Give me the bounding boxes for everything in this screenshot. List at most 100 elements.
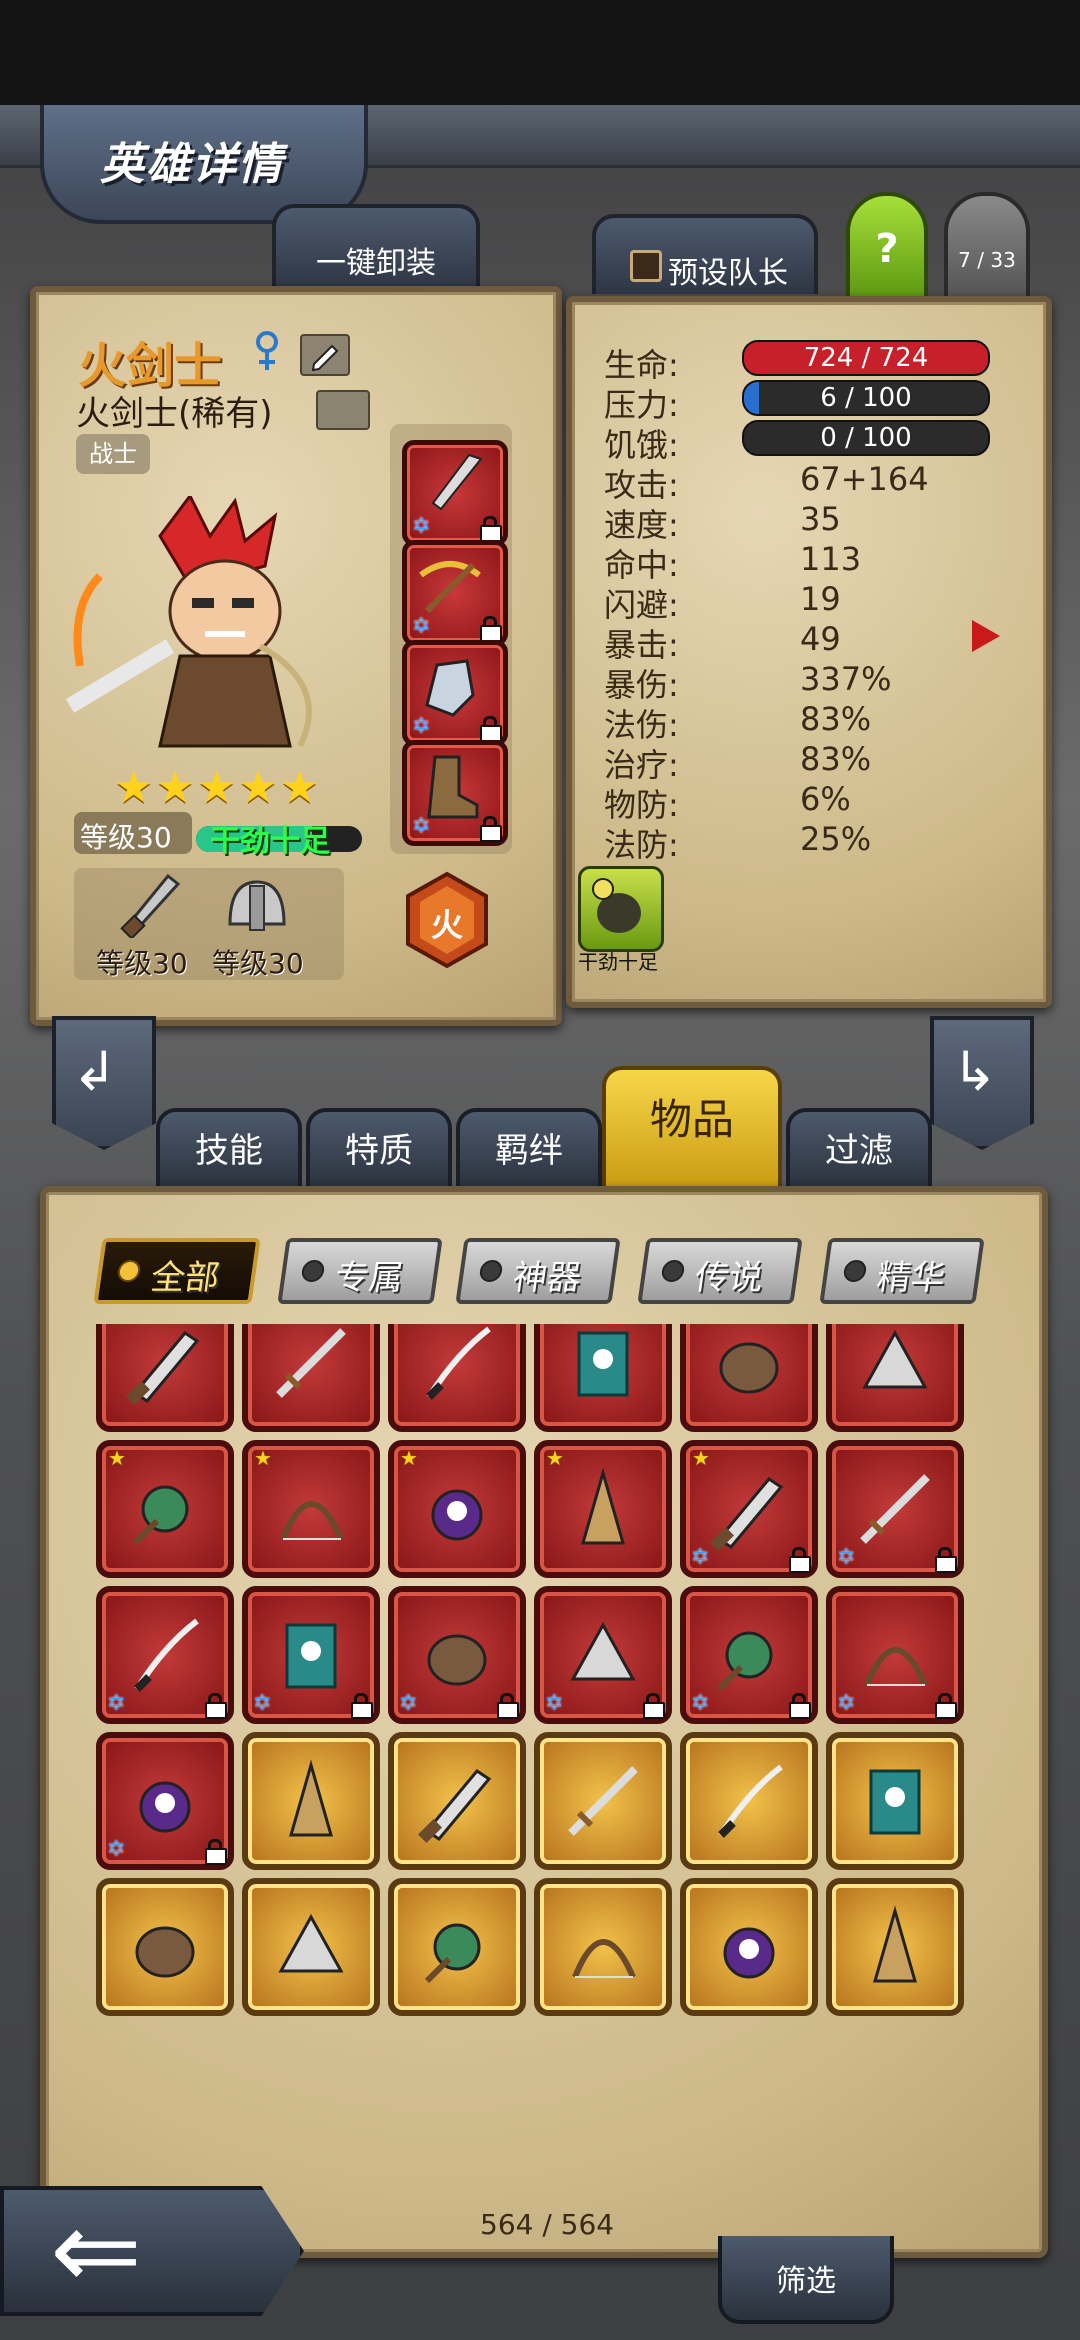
- inventory-item[interactable]: ★: [534, 1324, 672, 1432]
- inventory-item[interactable]: ★: [826, 1324, 964, 1432]
- inventory-item[interactable]: ✡: [534, 1586, 672, 1724]
- inventory-item[interactable]: [680, 1732, 818, 1870]
- sword-icon[interactable]: [118, 873, 188, 940]
- stat-row: 治疗: 83%: [604, 740, 986, 784]
- skill-type-icon: ✡: [412, 714, 431, 739]
- inventory-item[interactable]: [826, 1732, 964, 1870]
- role-tag-label: 战士: [89, 440, 137, 468]
- radio-icon: [842, 1260, 868, 1282]
- helmet-icon[interactable]: [222, 874, 292, 938]
- stat-value: 19: [800, 580, 841, 618]
- trait-badge-label: 干劲十足: [578, 950, 658, 974]
- stat-value: 67+164: [800, 460, 929, 498]
- inventory-item[interactable]: ✡: [388, 1586, 526, 1724]
- inventory-item[interactable]: [388, 1732, 526, 1870]
- inventory-item[interactable]: [534, 1732, 672, 1870]
- hero-portrait: [60, 493, 360, 766]
- preset-leader-checkbox[interactable]: [630, 250, 662, 282]
- tab-label: 羁绊: [495, 1131, 563, 1171]
- tab-traits[interactable]: 特质: [306, 1108, 452, 1190]
- item-icon: [716, 1631, 773, 1692]
- inventory-item[interactable]: ✡: [242, 1586, 380, 1724]
- inventory-item[interactable]: ✡: [96, 1586, 234, 1724]
- inventory-item[interactable]: ✡: [826, 1586, 964, 1724]
- mood-label: 干劲十足: [210, 824, 330, 859]
- item-icon: [289, 1759, 333, 1837]
- inventory-item[interactable]: ★: [388, 1440, 526, 1578]
- inventory-item[interactable]: ★: [242, 1440, 380, 1578]
- inventory-item[interactable]: [242, 1878, 380, 2016]
- inventory-item[interactable]: [96, 1878, 234, 2016]
- category-label: 全部: [148, 1258, 222, 1298]
- tab-skills[interactable]: 技能: [156, 1108, 302, 1190]
- inventory-item[interactable]: ✡: [826, 1440, 964, 1578]
- skill-slot-gauntlet[interactable]: ✡: [402, 640, 508, 746]
- filter-button[interactable]: 筛选: [718, 2236, 894, 2324]
- inventory-item[interactable]: ★: [242, 1324, 380, 1432]
- inventory-item[interactable]: [388, 1878, 526, 2016]
- map-icon[interactable]: [316, 390, 370, 430]
- skill-type-icon: ✡: [837, 1545, 856, 1570]
- expand-arrow-icon[interactable]: [972, 620, 1000, 652]
- weapon-level: 等级30: [96, 947, 188, 980]
- category-label: 神器: [510, 1258, 584, 1298]
- star-icon: ★: [254, 1446, 272, 1470]
- inventory-item[interactable]: [242, 1732, 380, 1870]
- inventory-item[interactable]: [826, 1878, 964, 2016]
- trait-badge[interactable]: [578, 866, 664, 952]
- unequip-all-label: 一键卸装: [316, 246, 436, 281]
- inventory-item[interactable]: ✡: [680, 1586, 818, 1724]
- inventory-item[interactable]: ✡: [96, 1732, 234, 1870]
- tab-items[interactable]: 物品: [602, 1066, 782, 1192]
- page-title: 英雄详情: [100, 139, 284, 190]
- skill-type-icon: ✡: [107, 1837, 126, 1862]
- inventory-item[interactable]: ★: [680, 1324, 818, 1432]
- inventory-item[interactable]: ★: [388, 1324, 526, 1432]
- skill-type-icon: ✡: [545, 1691, 564, 1716]
- category-essence[interactable]: 精华: [819, 1238, 985, 1304]
- stat-row: 闪避: 19: [604, 580, 986, 624]
- tab-filter[interactable]: 过滤: [786, 1108, 932, 1190]
- category-label: 专属: [332, 1258, 406, 1298]
- status-bar: [0, 0, 1080, 105]
- back-button[interactable]: ⇐: [0, 2186, 304, 2316]
- skill-type-icon: ✡: [837, 1691, 856, 1716]
- inventory-item[interactable]: ★: [534, 1440, 672, 1578]
- lock-icon: [788, 1693, 811, 1719]
- skill-type-icon: ✡: [107, 1691, 126, 1716]
- category-exclusive[interactable]: 专属: [277, 1238, 443, 1304]
- star-rating: ★★★★★: [114, 762, 321, 813]
- skill-slot-spear[interactable]: ✡: [402, 440, 508, 546]
- item-icon: [862, 1329, 928, 1389]
- inventory-item[interactable]: ★: [96, 1440, 234, 1578]
- lock-icon: [788, 1547, 811, 1573]
- next-hero-button[interactable]: ↳: [930, 1016, 1034, 1150]
- fire-element-badge: 火: [402, 870, 492, 970]
- tab-bonds[interactable]: 羁绊: [456, 1108, 602, 1190]
- rename-icon[interactable]: [300, 334, 350, 376]
- radio-icon: [116, 1260, 142, 1282]
- category-legend[interactable]: 传说: [637, 1238, 803, 1304]
- item-icon: [132, 1485, 189, 1546]
- preset-leader-button[interactable]: 预设队长: [592, 214, 818, 294]
- hp-value: 724 / 724: [803, 343, 929, 373]
- category-artifact[interactable]: 神器: [455, 1238, 621, 1304]
- forward-arrow-icon: ↳: [952, 1040, 998, 1103]
- category-all[interactable]: 全部: [93, 1238, 261, 1304]
- preset-leader-label: 预设队长: [668, 256, 788, 291]
- back-arrow-icon: ⇐: [50, 2186, 143, 2314]
- stat-row: 法防: 25%: [604, 820, 986, 864]
- unequip-all-button[interactable]: 一键卸装: [272, 204, 480, 290]
- inventory-item[interactable]: ★: [96, 1324, 234, 1432]
- skill-slot-crossbow[interactable]: ✡: [402, 540, 508, 646]
- stat-value: 6%: [800, 780, 851, 818]
- lock-icon: [204, 1693, 227, 1719]
- inventory-item[interactable]: [680, 1878, 818, 2016]
- prev-hero-button[interactable]: ↲: [52, 1016, 156, 1150]
- skill-slot-boot[interactable]: ✡: [402, 740, 508, 846]
- stress-row: 压力: 6 / 100: [604, 380, 990, 424]
- inventory-item[interactable]: [534, 1878, 672, 2016]
- inventory-item[interactable]: ★ ✡: [680, 1440, 818, 1578]
- item-icon: [873, 1905, 917, 1983]
- help-button[interactable]: ?: [846, 192, 928, 300]
